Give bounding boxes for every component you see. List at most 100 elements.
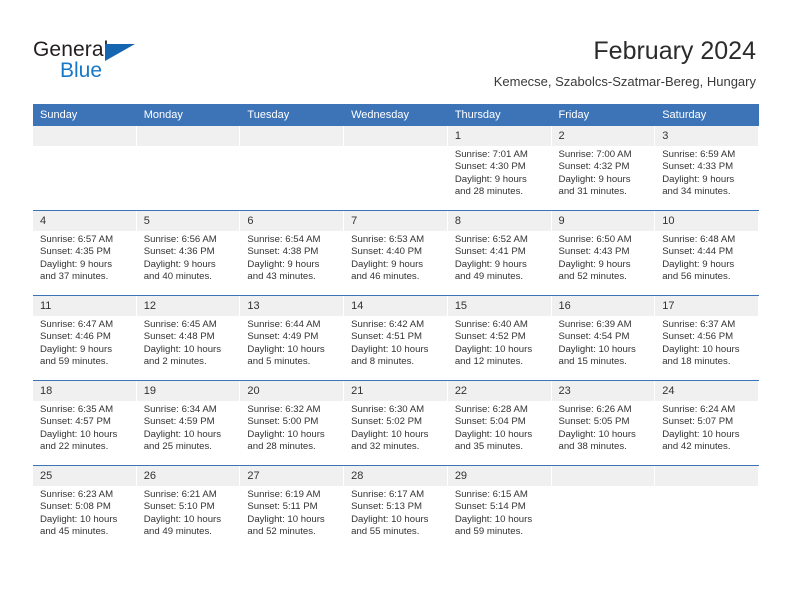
day-details <box>552 486 656 489</box>
calendar-day-cell[interactable]: 27 Sunrise: 6:19 AM Sunset: 5:11 PM Dayligh… <box>240 465 345 550</box>
day-detail-line: Sunset: 4:44 PM <box>662 246 734 258</box>
weekday-header-saturday: Saturday <box>655 104 759 126</box>
calendar-day-cell[interactable]: 25 Sunrise: 6:23 AM Sunset: 5:08 PM Dayligh… <box>33 465 137 550</box>
day-number: 2 <box>551 126 656 146</box>
day-details <box>655 486 759 489</box>
calendar-day-cell[interactable]: 24 Sunrise: 6:24 AM Sunset: 5:07 PM Dayligh… <box>655 380 759 466</box>
day-detail-line: and 52 minutes. <box>558 271 627 283</box>
day-details: Sunrise: 6:57 AM Sunset: 4:35 PM Daylight:… <box>33 231 137 284</box>
day-detail-line: and 15 minutes. <box>558 356 627 368</box>
calendar-day-cell[interactable]: 10 Sunrise: 6:48 AM Sunset: 4:44 PM Dayligh… <box>655 210 759 296</box>
day-detail-line: Sunrise: 6:39 AM <box>558 319 632 330</box>
calendar-week-row: 11 Sunrise: 6:47 AM Sunset: 4:46 PM Dayligh… <box>33 295 759 381</box>
day-detail-line: and 31 minutes. <box>558 186 627 198</box>
calendar-day-cell[interactable]: 7 Sunrise: 6:53 AM Sunset: 4:40 PM Daylight… <box>344 210 448 296</box>
weekday-header-thursday: Thursday <box>447 104 552 126</box>
day-detail-line: Daylight: 9 hours <box>247 258 320 270</box>
calendar-day-cell[interactable]: 1 Sunrise: 7:01 AM Sunset: 4:30 PM Daylight… <box>447 126 552 211</box>
calendar-day-cell[interactable]: 18 Sunrise: 6:35 AM Sunset: 4:57 PM Dayligh… <box>33 380 137 466</box>
calendar-week-row: 18 Sunrise: 6:35 AM Sunset: 4:57 PM Dayligh… <box>33 380 759 466</box>
calendar-day-cell[interactable]: 17 Sunrise: 6:37 AM Sunset: 4:56 PM Dayligh… <box>655 295 759 381</box>
day-detail-line: Daylight: 9 hours <box>454 258 527 270</box>
day-detail-line: and 28 minutes. <box>247 441 316 453</box>
day-details: Sunrise: 6:50 AM Sunset: 4:43 PM Daylight:… <box>552 231 656 284</box>
day-number: 23 <box>551 381 656 401</box>
calendar-day-cell[interactable]: 20 Sunrise: 6:32 AM Sunset: 5:00 PM Dayligh… <box>240 380 345 466</box>
calendar-empty-cell <box>33 126 137 211</box>
day-detail-line: Sunrise: 6:32 AM <box>247 404 321 415</box>
day-detail-line: and 28 minutes. <box>454 186 524 198</box>
day-detail-line: and 52 minutes. <box>247 526 316 538</box>
day-number: 21 <box>344 381 448 401</box>
day-detail-line: and 35 minutes. <box>454 441 524 453</box>
day-number: 29 <box>447 466 552 486</box>
calendar-day-cell[interactable]: 29 Sunrise: 6:15 AM Sunset: 5:14 PM Dayligh… <box>447 465 552 550</box>
day-detail-line: Daylight: 9 hours <box>558 258 631 270</box>
day-detail-line: and 46 minutes. <box>351 271 420 283</box>
day-number: 16 <box>551 296 656 316</box>
day-detail-line: Sunrise: 6:26 AM <box>558 404 632 415</box>
general-blue-logo[interactable]: General Blue <box>33 38 233 86</box>
day-number <box>33 126 137 146</box>
calendar-day-cell[interactable]: 16 Sunrise: 6:39 AM Sunset: 4:54 PM Dayligh… <box>551 295 656 381</box>
day-detail-line: Daylight: 10 hours <box>351 343 429 355</box>
day-detail-line: Sunset: 4:30 PM <box>454 161 526 173</box>
weekday-header-sunday: Sunday <box>33 104 137 126</box>
calendar-day-cell[interactable]: 6 Sunrise: 6:54 AM Sunset: 4:38 PM Daylight… <box>240 210 345 296</box>
calendar-day-cell[interactable]: 9 Sunrise: 6:50 AM Sunset: 4:43 PM Daylight… <box>551 210 656 296</box>
calendar-day-cell[interactable]: 19 Sunrise: 6:34 AM Sunset: 4:59 PM Dayligh… <box>136 380 241 466</box>
day-details: Sunrise: 6:35 AM Sunset: 4:57 PM Daylight:… <box>33 401 137 454</box>
calendar-day-cell[interactable]: 21 Sunrise: 6:30 AM Sunset: 5:02 PM Dayligh… <box>344 380 448 466</box>
day-details: Sunrise: 6:28 AM Sunset: 5:04 PM Daylight:… <box>448 401 552 454</box>
day-details: Sunrise: 6:56 AM Sunset: 4:36 PM Daylight:… <box>137 231 241 284</box>
day-details: Sunrise: 6:39 AM Sunset: 4:54 PM Daylight:… <box>552 316 656 369</box>
calendar-day-cell[interactable]: 4 Sunrise: 6:57 AM Sunset: 4:35 PM Daylight… <box>33 210 137 296</box>
day-detail-line: Sunset: 4:43 PM <box>558 246 630 258</box>
calendar-day-cell[interactable]: 23 Sunrise: 6:26 AM Sunset: 5:05 PM Dayligh… <box>551 380 656 466</box>
day-details: Sunrise: 6:42 AM Sunset: 4:51 PM Daylight:… <box>344 316 448 369</box>
calendar-day-cell[interactable]: 22 Sunrise: 6:28 AM Sunset: 5:04 PM Dayligh… <box>447 380 552 466</box>
day-detail-line: Sunset: 5:08 PM <box>40 501 111 513</box>
day-detail-line: Sunrise: 6:47 AM <box>40 319 114 330</box>
day-detail-line: Sunrise: 6:44 AM <box>247 319 321 330</box>
calendar-day-cell[interactable]: 2 Sunrise: 7:00 AM Sunset: 4:32 PM Daylight… <box>551 126 656 211</box>
calendar-empty-cell <box>136 126 241 211</box>
day-detail-line: Daylight: 9 hours <box>662 258 735 270</box>
day-details: Sunrise: 6:59 AM Sunset: 4:33 PM Daylight:… <box>655 146 759 199</box>
calendar-day-cell[interactable]: 11 Sunrise: 6:47 AM Sunset: 4:46 PM Dayligh… <box>33 295 137 381</box>
day-detail-line: and 18 minutes. <box>662 356 731 368</box>
logo-triangle-icon <box>105 44 135 61</box>
weekday-header-wednesday: Wednesday <box>344 104 448 126</box>
day-details: Sunrise: 6:21 AM Sunset: 5:10 PM Daylight:… <box>137 486 241 539</box>
calendar-day-cell[interactable]: 14 Sunrise: 6:42 AM Sunset: 4:51 PM Dayligh… <box>344 295 448 381</box>
weekday-header-tuesday: Tuesday <box>240 104 345 126</box>
calendar-day-cell[interactable]: 5 Sunrise: 6:56 AM Sunset: 4:36 PM Daylight… <box>136 210 241 296</box>
day-detail-line: Sunset: 4:48 PM <box>143 331 215 343</box>
calendar-day-cell[interactable]: 13 Sunrise: 6:44 AM Sunset: 4:49 PM Dayligh… <box>240 295 345 381</box>
calendar-empty-cell <box>655 465 759 550</box>
calendar-week-row: 4 Sunrise: 6:57 AM Sunset: 4:35 PM Daylight… <box>33 210 759 296</box>
logo-text-blue: Blue <box>60 59 103 82</box>
day-number <box>344 126 448 146</box>
day-number: 15 <box>447 296 552 316</box>
calendar-day-cell[interactable]: 3 Sunrise: 6:59 AM Sunset: 4:33 PM Daylight… <box>655 126 759 211</box>
day-detail-line: Sunset: 4:33 PM <box>662 161 734 173</box>
calendar-day-cell[interactable]: 28 Sunrise: 6:17 AM Sunset: 5:13 PM Dayligh… <box>344 465 448 550</box>
day-detail-line: and 59 minutes. <box>40 356 109 368</box>
day-detail-line: Daylight: 10 hours <box>454 428 533 440</box>
day-details <box>33 146 137 149</box>
calendar-day-cell[interactable]: 12 Sunrise: 6:45 AM Sunset: 4:48 PM Dayligh… <box>136 295 241 381</box>
day-detail-line: Sunrise: 6:34 AM <box>143 404 217 415</box>
calendar-day-cell[interactable]: 8 Sunrise: 6:52 AM Sunset: 4:41 PM Daylight… <box>447 210 552 296</box>
day-detail-line: Daylight: 10 hours <box>247 428 325 440</box>
day-detail-line: Sunset: 4:51 PM <box>351 331 423 343</box>
day-detail-line: Sunrise: 6:17 AM <box>351 489 425 500</box>
day-details: Sunrise: 6:40 AM Sunset: 4:52 PM Daylight:… <box>448 316 552 369</box>
calendar-day-cell[interactable]: 26 Sunrise: 6:21 AM Sunset: 5:10 PM Dayligh… <box>136 465 241 550</box>
day-details: Sunrise: 6:19 AM Sunset: 5:11 PM Daylight:… <box>240 486 344 539</box>
day-details: Sunrise: 6:48 AM Sunset: 4:44 PM Daylight:… <box>655 231 759 284</box>
calendar-day-cell[interactable]: 15 Sunrise: 6:40 AM Sunset: 4:52 PM Dayligh… <box>447 295 552 381</box>
day-number: 24 <box>655 381 759 401</box>
day-detail-line: Daylight: 9 hours <box>454 173 527 185</box>
day-detail-line: and 38 minutes. <box>558 441 627 453</box>
